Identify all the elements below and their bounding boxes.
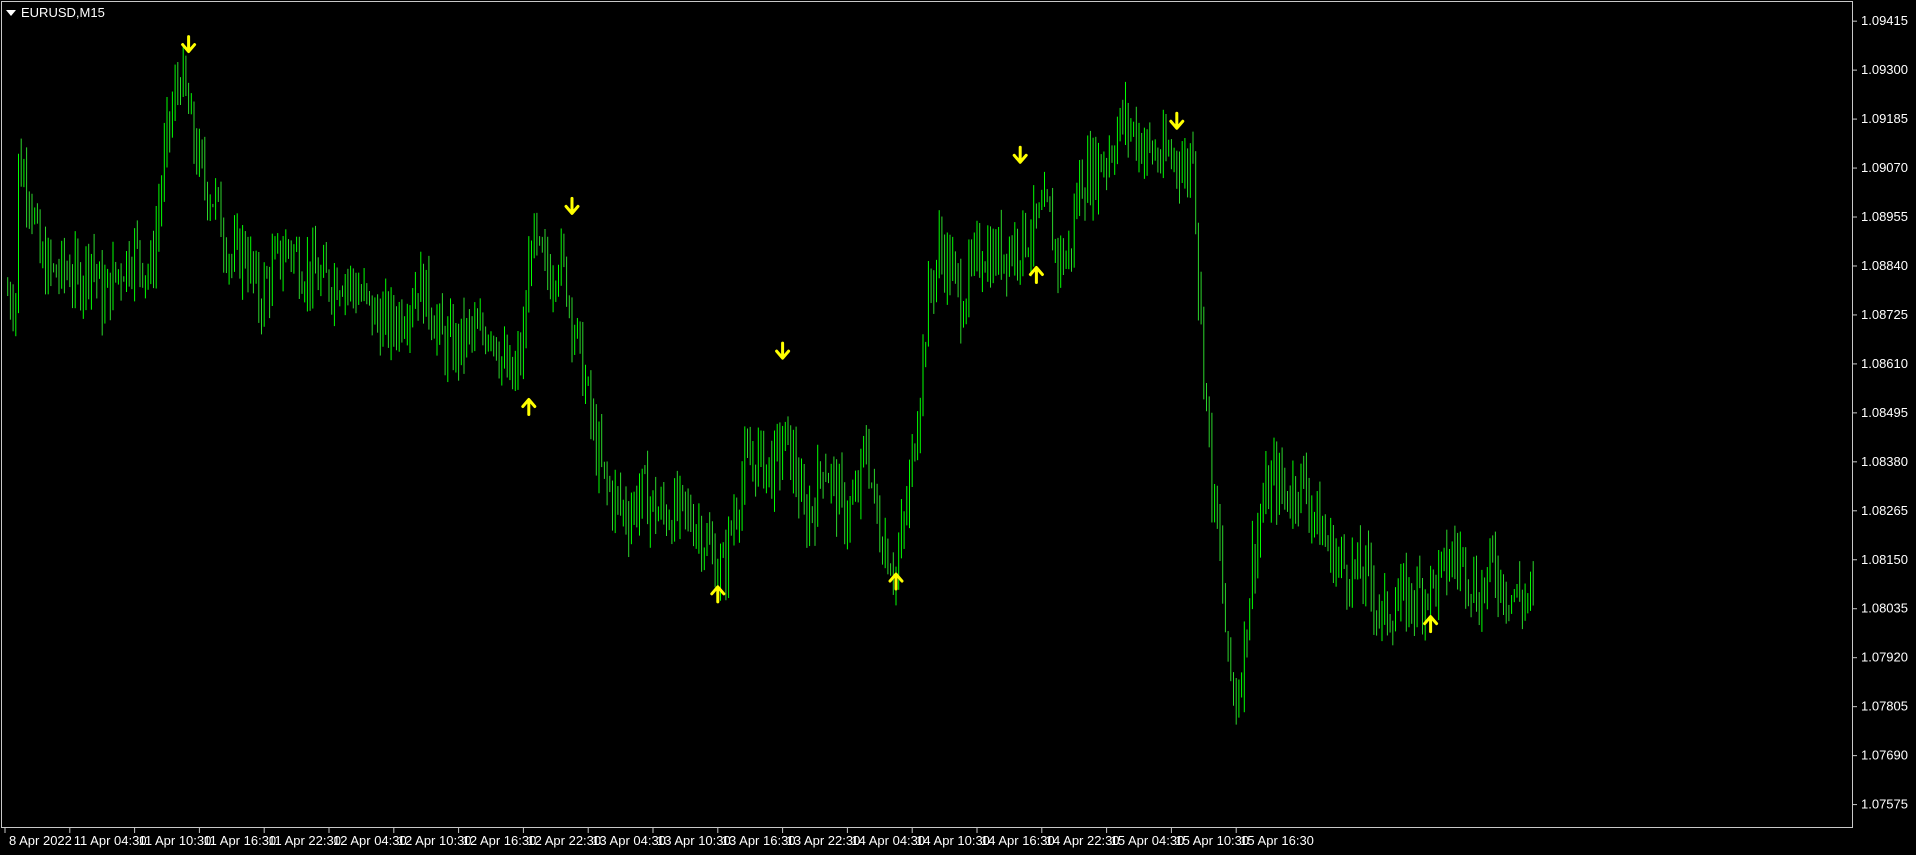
candles-layer (7, 43, 1534, 725)
price-tick-label: 1.08725 (1861, 307, 1908, 322)
sell-arrow-icon (775, 341, 791, 360)
time-tick-label: 12 Apr 16:30 (463, 833, 537, 848)
time-tick-label: 15 Apr 16:30 (1240, 833, 1314, 848)
price-tick-label: 1.08610 (1861, 356, 1908, 371)
buy-arrow-icon (888, 572, 904, 591)
price-axis: 1.09415 1.09300 1.09185 1.09070 1.08955 1.088… (1852, 13, 1908, 812)
time-axis: 8 Apr 2022 11 Apr 04:3011 Apr 10:3011 Apr… (4, 828, 1314, 848)
sell-arrow-icon (564, 196, 580, 215)
price-tick-label: 1.08495 (1861, 405, 1908, 420)
price-tick-label: 1.07920 (1861, 650, 1908, 665)
symbol-text: EURUSD,M15 (21, 5, 105, 20)
time-tick-label: 12 Apr 10:30 (398, 833, 472, 848)
time-tick-label: 12 Apr 04:30 (333, 833, 407, 848)
price-chart[interactable]: 1.09415 1.09300 1.09185 1.09070 1.08955 1.088… (0, 0, 1916, 850)
buy-arrow-icon (521, 397, 537, 416)
time-tick-label: 12 Apr 22:30 (527, 833, 601, 848)
time-tick-label: 11 Apr 22:30 (268, 833, 341, 848)
chevron-down-icon[interactable] (6, 9, 16, 16)
time-tick-label: 13 Apr 04:30 (592, 833, 666, 848)
time-tick-label: 11 Apr 10:30 (139, 833, 212, 848)
price-tick-label: 1.09185 (1861, 111, 1908, 126)
plot-frame (1, 1, 1853, 828)
time-tick-label: 14 Apr 16:30 (981, 833, 1055, 848)
time-tick-label: 15 Apr 10:30 (1175, 833, 1249, 848)
symbol-period-label[interactable]: EURUSD,M15 (6, 5, 105, 20)
time-tick-label: 11 Apr 04:30 (74, 833, 147, 848)
sell-arrow-icon (1169, 111, 1185, 130)
time-tick-label: 13 Apr 22:30 (787, 833, 861, 848)
time-tick-label: 8 Apr 2022 (9, 833, 72, 848)
price-tick-label: 1.09300 (1861, 62, 1908, 77)
buy-arrow-icon (1028, 265, 1044, 284)
price-tick-label: 1.07575 (1861, 797, 1908, 812)
price-tick-label: 1.08380 (1861, 454, 1908, 469)
time-tick-label: 14 Apr 22:30 (1046, 833, 1120, 848)
price-tick-label: 1.07805 (1861, 699, 1908, 714)
price-tick-label: 1.08840 (1861, 258, 1908, 273)
time-tick-label: 14 Apr 10:30 (916, 833, 990, 848)
price-tick-label: 1.07690 (1861, 748, 1908, 763)
time-tick-label: 13 Apr 16:30 (722, 833, 796, 848)
price-tick-label: 1.08150 (1861, 552, 1908, 567)
sell-arrow-icon (1012, 145, 1028, 164)
price-tick-label: 1.08265 (1861, 503, 1908, 518)
price-tick-label: 1.09415 (1861, 13, 1908, 28)
price-tick-label: 1.08955 (1861, 209, 1908, 224)
price-tick-label: 1.09070 (1861, 160, 1908, 175)
sell-arrow-icon (181, 35, 197, 54)
time-tick-label: 14 Apr 04:30 (851, 833, 925, 848)
time-tick-label: 15 Apr 04:30 (1111, 833, 1185, 848)
buy-arrow-icon (710, 585, 726, 604)
time-tick-label: 13 Apr 10:30 (657, 833, 731, 848)
time-tick-label: 11 Apr 16:30 (203, 833, 276, 848)
chart-window[interactable]: 1.09415 1.09300 1.09185 1.09070 1.08955 1.088… (0, 0, 1916, 850)
price-tick-label: 1.08035 (1861, 601, 1908, 616)
buy-arrow-icon (1423, 615, 1439, 634)
